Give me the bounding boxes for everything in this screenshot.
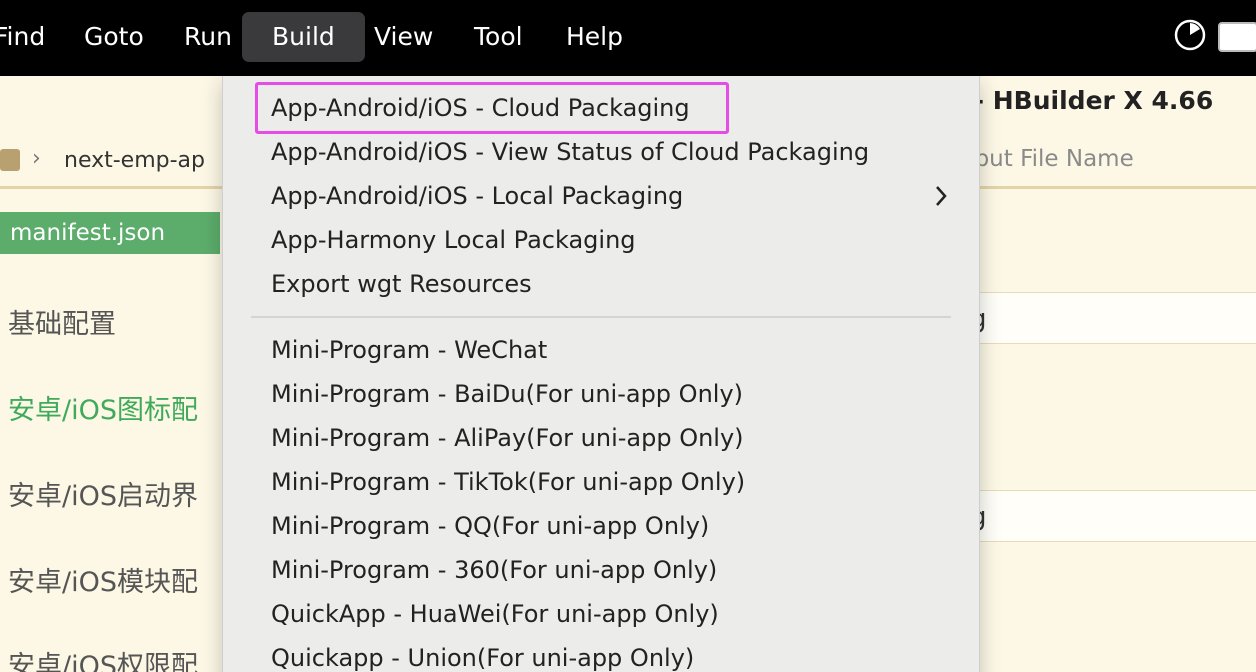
menu-view[interactable]: View xyxy=(374,0,433,76)
tab-manifest-json[interactable]: manifest.json xyxy=(0,212,220,254)
menu-bar: Find Goto Run Build View Tool Help xyxy=(0,0,1256,76)
menu-item-cloud-packaging-status[interactable]: App-Android/iOS - View Status of Cloud P… xyxy=(271,138,869,166)
app-root: on - HBuilder X 4.66 › next-emp-ap nput … xyxy=(0,0,1256,672)
sidebar-item-splash-config[interactable]: 安卓/iOS启动界 xyxy=(8,474,198,513)
menu-item-local-packaging[interactable]: App-Android/iOS - Local Packaging xyxy=(271,182,683,210)
config-field[interactable]: g xyxy=(960,490,1256,542)
menu-item-mp-baidu[interactable]: Mini-Program - BaiDu(For uni-app Only) xyxy=(271,380,743,408)
chevron-right-icon: › xyxy=(32,146,41,171)
menu-item-quickapp-union[interactable]: Quickapp - Union(For uni-app Only) xyxy=(271,644,694,672)
menu-help[interactable]: Help xyxy=(566,0,623,76)
clock-icon[interactable] xyxy=(1174,19,1206,51)
menu-item-mp-360[interactable]: Mini-Program - 360(For uni-app Only) xyxy=(271,556,717,584)
config-field[interactable]: g xyxy=(960,292,1256,344)
menu-item-cloud-packaging[interactable]: App-Android/iOS - Cloud Packaging xyxy=(271,94,690,122)
menu-item-quickapp-huawei[interactable]: QuickApp - HuaWei(For uni-app Only) xyxy=(271,600,719,628)
sidebar-item-basic-config[interactable]: 基础配置 xyxy=(8,302,116,341)
menu-build[interactable]: Build xyxy=(242,12,365,62)
folder-icon xyxy=(0,149,20,171)
file-name-input-placeholder[interactable]: nput File Name xyxy=(960,146,1134,172)
menu-tool[interactable]: Tool xyxy=(474,0,523,76)
menu-item-export-wgt[interactable]: Export wgt Resources xyxy=(271,270,532,298)
breadcrumb-path[interactable]: next-emp-ap xyxy=(64,148,205,173)
menu-run[interactable]: Run xyxy=(184,0,232,76)
status-widget-icon[interactable] xyxy=(1218,22,1256,52)
chevron-right-icon xyxy=(936,186,947,206)
menu-item-mp-qq[interactable]: Mini-Program - QQ(For uni-app Only) xyxy=(271,512,709,540)
menu-find[interactable]: Find xyxy=(0,0,45,76)
menu-item-mp-alipay[interactable]: Mini-Program - AliPay(For uni-app Only) xyxy=(271,424,744,452)
menu-item-mp-tiktok[interactable]: Mini-Program - TikTok(For uni-app Only) xyxy=(271,468,745,496)
menu-item-mp-wechat[interactable]: Mini-Program - WeChat xyxy=(271,336,547,364)
build-menu-dropdown: App-Android/iOS - Cloud Packaging App-An… xyxy=(222,76,980,672)
sidebar-item-permission-config[interactable]: 安卓/iOS权限配 xyxy=(8,644,198,672)
menu-separator xyxy=(251,316,951,318)
sidebar-item-icon-config[interactable]: 安卓/iOS图标配 xyxy=(8,388,198,427)
menu-item-harmony-local-packaging[interactable]: App-Harmony Local Packaging xyxy=(271,226,636,254)
menu-goto[interactable]: Goto xyxy=(84,0,144,76)
sidebar-item-module-config[interactable]: 安卓/iOS模块配 xyxy=(8,560,198,599)
